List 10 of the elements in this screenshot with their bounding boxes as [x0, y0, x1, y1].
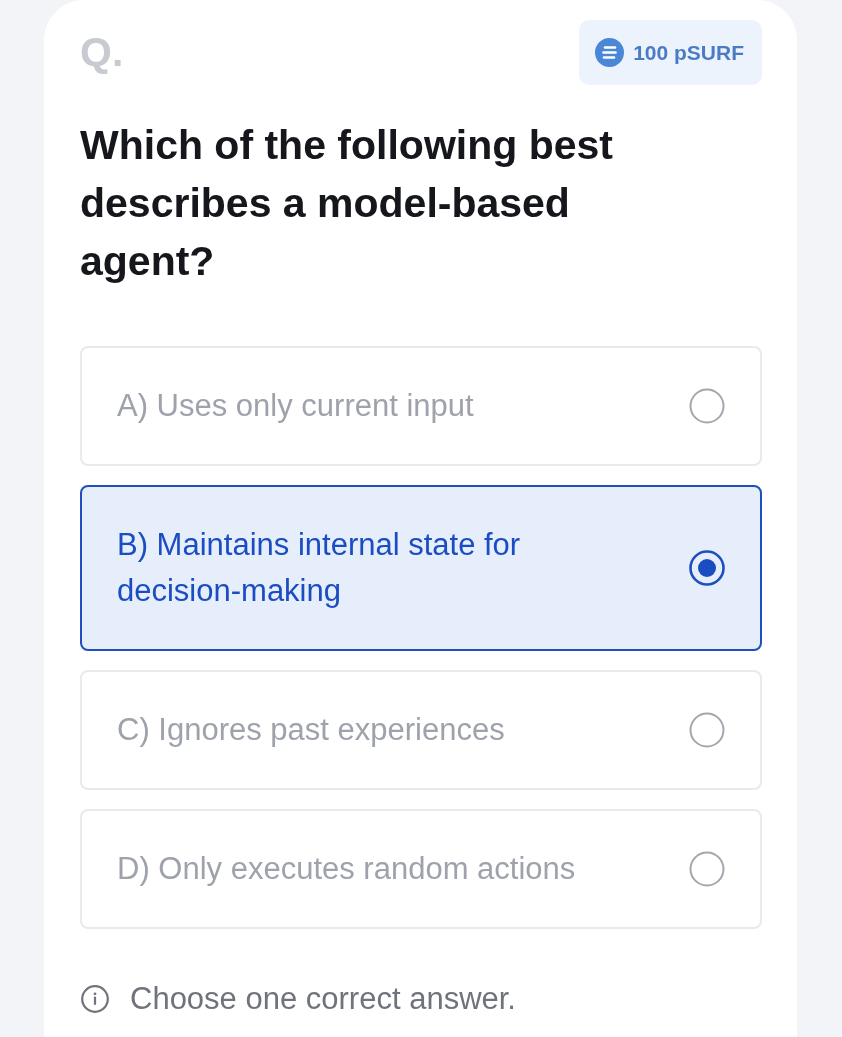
info-icon: [81, 985, 109, 1013]
question-text: Which of the following best describes a model-based agent?: [80, 121, 614, 286]
answer-option[interactable]: B) Maintains internal state for decision-making: [80, 485, 762, 651]
coin-icon: [595, 38, 625, 67]
answer-option[interactable]: C) Ignores past experiences: [80, 670, 762, 790]
hint-text: Choose one correct answer.: [130, 980, 516, 1018]
reward-amount: 100 pSURF: [633, 40, 744, 65]
answer-option[interactable]: D) Only executes random actions: [80, 809, 762, 929]
answer-option[interactable]: A) Uses only current input: [80, 346, 762, 466]
question-label: Q.: [80, 32, 124, 73]
